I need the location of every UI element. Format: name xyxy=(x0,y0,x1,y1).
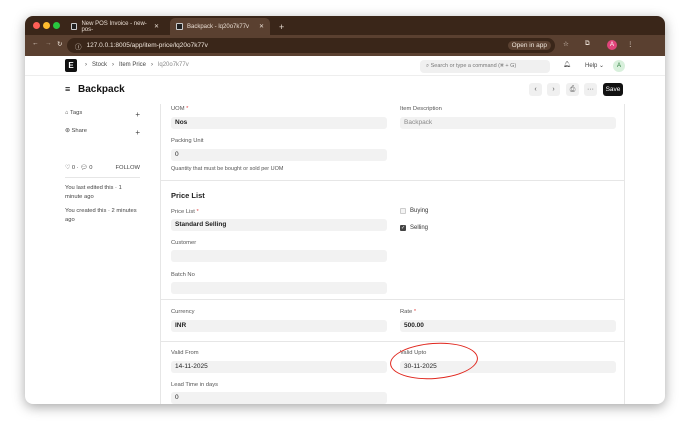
favicon-icon xyxy=(176,23,183,30)
minimize-window-icon[interactable] xyxy=(43,22,50,29)
rate-field[interactable]: 500.00 xyxy=(400,320,616,332)
tab-bar: New POS Invoice - new-pos- ✕ Backpack - l… xyxy=(25,16,665,35)
validity-section: Valid From 14-11-2025 Valid Upto 30-11-2… xyxy=(161,342,624,404)
currency-section: Currency INR Rate * 500.00 xyxy=(161,300,624,342)
item-description-label: Item Description xyxy=(400,106,442,112)
comment-count: 0 xyxy=(89,165,93,171)
follow-button[interactable]: FOLLOW xyxy=(116,165,140,171)
more-menu-button[interactable]: ··· xyxy=(584,83,597,96)
browser-window: New POS Invoice - new-pos- ✕ Backpack - l… xyxy=(25,16,665,404)
breadcrumb-current: lq20o7k77v xyxy=(158,62,189,68)
search-placeholder: Search or type a command (⌘ + G) xyxy=(430,63,517,69)
created-text: You created this · 2 minutes ago xyxy=(65,208,137,223)
search-input[interactable]: ⌕ Search or type a command (⌘ + G) xyxy=(420,60,550,73)
currency-field[interactable]: INR xyxy=(171,320,387,332)
user-avatar[interactable]: A xyxy=(613,60,625,72)
like-icon[interactable]: ♡ xyxy=(65,165,70,171)
breadcrumb-stock[interactable]: Stock xyxy=(92,62,107,68)
lead-time-label: Lead Time in days xyxy=(171,382,219,388)
tab-title: New POS Invoice - new-pos- xyxy=(81,20,147,33)
maximize-window-icon[interactable] xyxy=(53,22,60,29)
selling-label: Selling xyxy=(410,225,429,231)
print-icon[interactable]: ⎙ xyxy=(566,83,579,96)
close-window-icon[interactable] xyxy=(33,22,40,29)
uom-label: UOM * xyxy=(171,106,189,112)
profile-avatar[interactable]: A xyxy=(607,40,617,50)
app-logo[interactable]: E xyxy=(65,59,77,72)
next-doc-button[interactable]: › xyxy=(547,83,560,96)
packing-unit-help: Quantity that must be bought or sold per… xyxy=(171,166,284,172)
share-row[interactable]: ⊛ Share + xyxy=(65,128,140,137)
site-info-icon[interactable]: ⓘ xyxy=(75,41,82,51)
new-tab-icon[interactable]: + xyxy=(273,18,290,35)
extensions-icon[interactable]: ⧉ xyxy=(585,40,590,48)
help-dropdown[interactable]: Help ⌄ xyxy=(585,62,604,69)
tags-label: Tags xyxy=(70,110,83,116)
add-share-icon[interactable]: + xyxy=(135,128,140,137)
page-title: Backpack xyxy=(78,84,125,95)
browser-tab[interactable]: New POS Invoice - new-pos- ✕ xyxy=(65,18,165,35)
close-tab-icon[interactable]: ✕ xyxy=(259,23,264,30)
customer-label: Customer xyxy=(171,240,197,246)
address-bar: ← → ↻ ⓘ 127.0.0.1:8005/app/item-price/lq2… xyxy=(25,35,665,56)
valid-from-field[interactable]: 14-11-2025 xyxy=(171,361,387,373)
form-sidebar: ⌂ Tags + ⊛ Share + ♡ 0 · 💬︎ 0 FOLLOW You l… xyxy=(65,110,140,223)
app-navbar: E › Stock › Item Price › lq20o7k77v ⌕ Search … xyxy=(25,56,665,76)
save-button[interactable]: Save xyxy=(603,83,623,96)
add-tag-icon[interactable]: + xyxy=(135,110,140,119)
url-input[interactable]: ⓘ 127.0.0.1:8005/app/item-price/lq20o7k77… xyxy=(67,38,555,53)
forward-icon[interactable]: → xyxy=(45,40,52,47)
notification-bell-icon[interactable]: 🔔︎ xyxy=(563,61,571,68)
currency-label: Currency xyxy=(171,309,195,315)
packing-unit-field[interactable]: 0 xyxy=(171,149,387,161)
back-icon[interactable]: ← xyxy=(32,40,39,47)
item-description-field: Backpack xyxy=(400,117,616,129)
sidebar-toggle-icon[interactable]: ≡ xyxy=(65,84,70,94)
lead-time-field[interactable]: 0 xyxy=(171,392,387,404)
tag-icon: ⌂ xyxy=(65,110,69,116)
price-list-label: Price List * xyxy=(171,209,199,215)
url-text: 127.0.0.1:8005/app/item-price/lq20o7k77v xyxy=(86,42,208,49)
customer-field[interactable] xyxy=(171,250,387,262)
price-list-section: Price List Price List * Standard Selling… xyxy=(161,181,624,300)
tags-row[interactable]: ⌂ Tags + xyxy=(65,110,140,119)
share-icon: ⊛ xyxy=(65,128,70,134)
favicon-icon xyxy=(71,23,78,30)
batch-no-field[interactable] xyxy=(171,282,387,294)
previous-doc-button[interactable]: ‹ xyxy=(529,83,542,96)
selling-checkbox[interactable]: ✓ Selling xyxy=(400,225,428,231)
price-list-field[interactable]: Standard Selling xyxy=(171,219,387,231)
comment-icon[interactable]: 💬︎ xyxy=(80,165,87,171)
share-label: Share xyxy=(71,128,87,134)
open-in-app-button[interactable]: Open in app xyxy=(507,41,551,50)
close-tab-icon[interactable]: ✕ xyxy=(154,23,159,30)
valid-from-label: Valid From xyxy=(171,350,199,356)
bookmark-star-icon[interactable]: ☆ xyxy=(563,40,569,48)
item-section: UOM * Nos Item Description Backpack Pack… xyxy=(161,104,624,181)
uom-field[interactable]: Nos xyxy=(171,117,387,129)
checkbox-checked-icon: ✓ xyxy=(400,225,406,231)
breadcrumb: › Stock › Item Price › lq20o7k77v xyxy=(85,62,189,68)
rate-label: Rate * xyxy=(400,309,417,315)
buying-label: Buying xyxy=(410,208,429,214)
like-count: 0 xyxy=(71,165,76,171)
checkbox-unchecked-icon xyxy=(400,208,406,214)
tab-title: Backpack - lq20o7k77v xyxy=(187,23,250,30)
last-edited-text: You last edited this · 1 minute ago xyxy=(65,185,122,200)
packing-unit-label: Packing Unit xyxy=(171,138,204,144)
batch-no-label: Batch No xyxy=(171,272,195,278)
buying-checkbox[interactable]: Buying xyxy=(400,208,428,214)
help-label: Help xyxy=(585,63,598,69)
page-header: ≡ Backpack ‹ › ⎙ ··· Save xyxy=(25,80,665,100)
reload-icon[interactable]: ↻ xyxy=(57,40,62,48)
breadcrumb-item-price[interactable]: Item Price xyxy=(119,62,146,68)
section-heading: Price List xyxy=(171,191,205,200)
browser-tab-active[interactable]: Backpack - lq20o7k77v ✕ xyxy=(170,18,270,35)
menu-icon[interactable]: ⋮ xyxy=(627,40,634,48)
